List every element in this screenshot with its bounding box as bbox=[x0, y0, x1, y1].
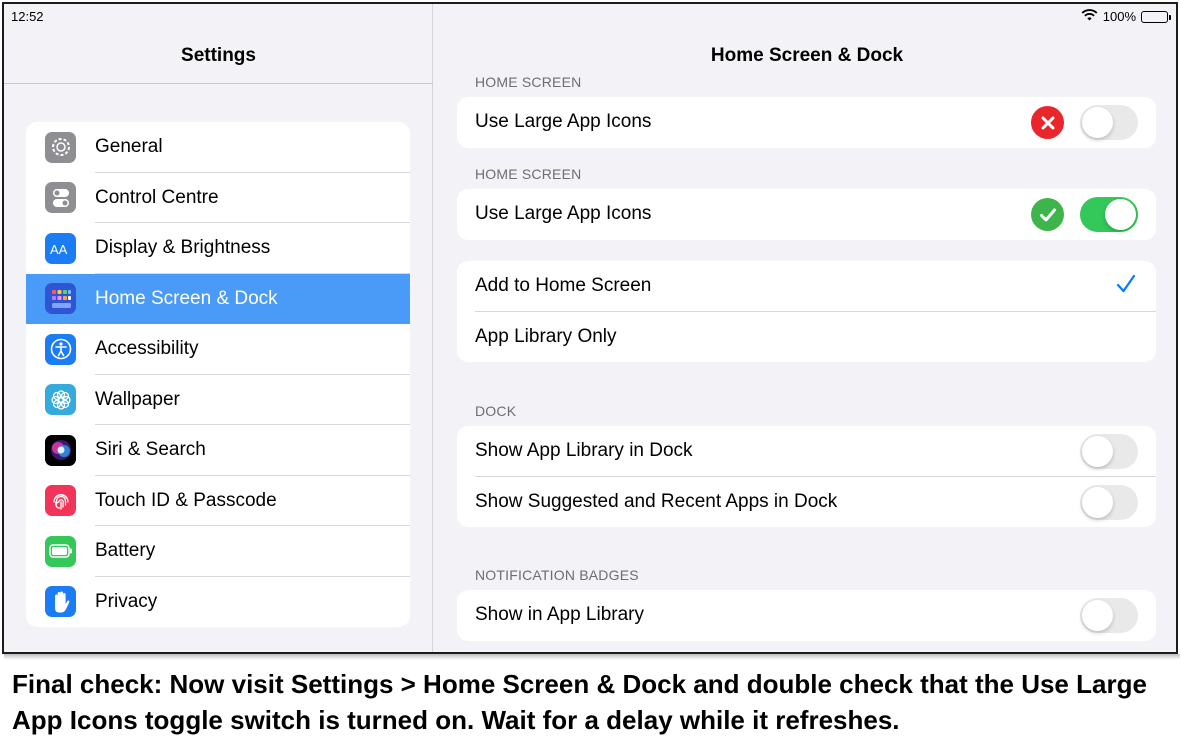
sidebar-title: Settings bbox=[181, 45, 256, 66]
battery-icon bbox=[45, 535, 76, 567]
check-mark-icon bbox=[1031, 198, 1064, 231]
use-large-app-icons-toggle[interactable] bbox=[1080, 105, 1138, 140]
wifi-icon bbox=[1081, 9, 1098, 24]
sidebar-item-control-centre[interactable]: Control Centre bbox=[26, 173, 410, 223]
app-library-only-option[interactable]: App Library Only bbox=[457, 312, 1156, 363]
page-title: Home Screen & Dock bbox=[710, 45, 904, 66]
checkmark-icon bbox=[1116, 273, 1136, 300]
sidebar-item-privacy[interactable]: Privacy bbox=[26, 577, 410, 628]
show-suggested-recent-apps-row: Show Suggested and Recent Apps in Dock bbox=[457, 477, 1156, 528]
frame-shadow bbox=[4, 654, 1180, 660]
row-label: Add to Home Screen bbox=[475, 275, 652, 297]
use-large-app-icons-row: Use Large App Icons bbox=[457, 189, 1156, 240]
sidebar-item-home-screen-dock[interactable]: Home Screen & Dock bbox=[26, 273, 410, 324]
sidebar-item-label: Touch ID & Passcode bbox=[95, 489, 277, 511]
row-label: Show App Library in Dock bbox=[475, 440, 693, 462]
settings-group: Show App Library in Dock Show Suggested … bbox=[457, 426, 1156, 527]
sidebar-item-label: Battery bbox=[95, 540, 156, 562]
sidebar-item-battery[interactable]: Battery bbox=[26, 526, 410, 577]
svg-text:AA: AA bbox=[50, 242, 68, 257]
sidebar-item-label: Wallpaper bbox=[95, 388, 180, 410]
settings-group: Use Large App Icons bbox=[457, 189, 1156, 240]
settings-sidebar: 12:52 Settings General Control Centre AA… bbox=[4, 4, 433, 652]
accessibility-icon bbox=[45, 333, 76, 365]
sidebar-item-label: Siri & Search bbox=[95, 439, 206, 461]
row-label: Use Large App Icons bbox=[475, 203, 652, 225]
show-app-library-in-dock-row: Show App Library in Dock bbox=[457, 426, 1156, 477]
sidebar-item-label: Home Screen & Dock bbox=[95, 287, 278, 309]
settings-menu: General Control Centre AA Display & Brig… bbox=[26, 122, 410, 627]
show-suggested-recent-apps-toggle[interactable] bbox=[1080, 484, 1138, 520]
use-large-app-icons-toggle[interactable] bbox=[1080, 197, 1138, 232]
app-grid-icon bbox=[45, 283, 76, 315]
sidebar-item-display-brightness[interactable]: AA Display & Brightness bbox=[26, 223, 410, 274]
instruction-caption: Final check: Now visit Settings > Home S… bbox=[12, 669, 1147, 735]
sidebar-item-siri-search[interactable]: Siri & Search bbox=[26, 425, 410, 476]
settings-group: Add to Home Screen App Library Only bbox=[457, 261, 1156, 362]
cross-mark-icon bbox=[1031, 106, 1064, 139]
text-size-icon: AA bbox=[45, 232, 76, 264]
show-app-library-in-dock-toggle[interactable] bbox=[1080, 434, 1138, 469]
section-header: HOME SCREEN bbox=[475, 166, 582, 182]
settings-group: Show in App Library bbox=[457, 590, 1156, 641]
sidebar-item-accessibility[interactable]: Accessibility bbox=[26, 324, 410, 375]
section-header: NOTIFICATION BADGES bbox=[475, 567, 639, 583]
sidebar-item-label: Privacy bbox=[95, 590, 158, 612]
ipad-screen: 12:52 Settings General Control Centre AA… bbox=[2, 2, 1178, 654]
use-large-app-icons-row: Use Large App Icons bbox=[457, 97, 1156, 148]
switches-icon bbox=[45, 182, 76, 214]
section-header: DOCK bbox=[475, 403, 517, 419]
sidebar-item-label: Display & Brightness bbox=[95, 237, 271, 259]
sidebar-item-label: Accessibility bbox=[95, 338, 199, 360]
show-in-app-library-row: Show in App Library bbox=[457, 590, 1156, 641]
sidebar-item-general[interactable]: General bbox=[26, 122, 410, 173]
sidebar-item-label: General bbox=[95, 136, 163, 158]
row-label: Use Large App Icons bbox=[475, 111, 652, 133]
battery-status-icon bbox=[1141, 10, 1171, 23]
siri-icon bbox=[45, 434, 76, 466]
flower-icon bbox=[45, 384, 76, 416]
row-label: Show Suggested and Recent Apps in Dock bbox=[475, 490, 838, 512]
row-label: Show in App Library bbox=[475, 604, 644, 626]
sidebar-item-touch-id-passcode[interactable]: Touch ID & Passcode bbox=[26, 476, 410, 526]
fingerprint-icon bbox=[45, 485, 76, 517]
show-in-app-library-toggle[interactable] bbox=[1080, 598, 1138, 633]
sidebar-item-wallpaper[interactable]: Wallpaper bbox=[26, 375, 410, 425]
sidebar-header: Settings bbox=[4, 4, 433, 84]
row-label: App Library Only bbox=[475, 325, 617, 347]
status-indicators: 100% bbox=[1081, 9, 1171, 24]
settings-group: Use Large App Icons bbox=[457, 97, 1156, 148]
hand-icon bbox=[45, 586, 76, 618]
gear-icon bbox=[45, 131, 76, 163]
add-to-home-screen-option[interactable]: Add to Home Screen bbox=[457, 261, 1156, 312]
sidebar-item-label: Control Centre bbox=[95, 186, 219, 208]
section-header: HOME SCREEN bbox=[475, 74, 582, 90]
battery-percent: 100% bbox=[1102, 9, 1136, 24]
